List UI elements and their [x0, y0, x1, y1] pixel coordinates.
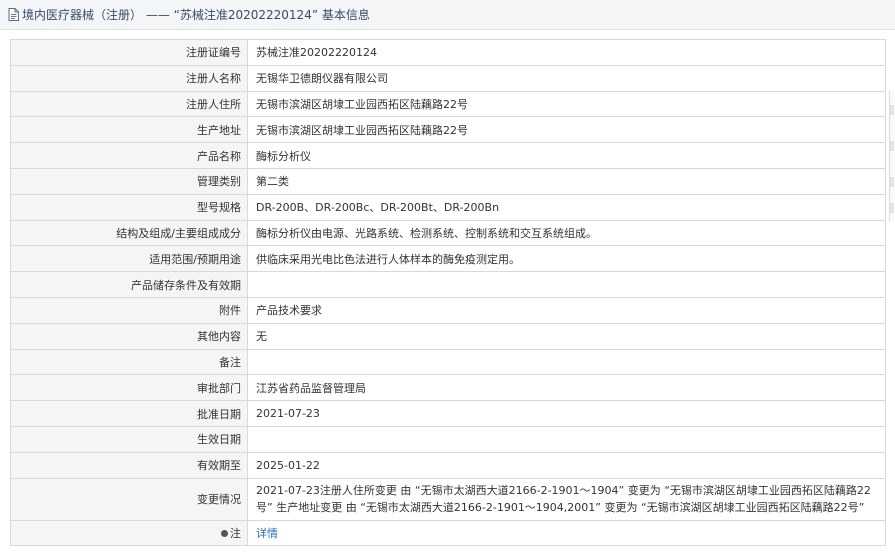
row-label: 生产地址	[10, 116, 248, 144]
note-label-cell: 注	[10, 519, 248, 547]
row-value: 无锡市滨湖区胡埭工业园西拓区陆藕路22号	[247, 90, 886, 118]
table-row: 有效期至 2025-01-22	[10, 451, 886, 479]
row-label: 有效期至	[10, 451, 248, 479]
scrollbar[interactable]	[889, 91, 895, 221]
row-value: 2021-07-23	[247, 400, 886, 427]
row-value: 详情	[247, 519, 886, 547]
row-label: 备注	[10, 348, 248, 376]
table-row: 适用范围/预期用途 供临床采用光电比色法进行人体样本的酶免疫测定用。	[10, 245, 886, 273]
row-value: 第二类	[247, 167, 886, 195]
row-label: 注册人住所	[10, 90, 248, 118]
row-label: 产品名称	[10, 142, 248, 169]
page-header: 境内医疗器械（注册） —— “苏械注准20202220124” 基本信息	[0, 0, 895, 30]
row-value: 无	[247, 322, 886, 350]
row-label: 审批部门	[10, 374, 248, 402]
row-label: 注册证编号	[10, 39, 248, 66]
bullet-icon	[221, 529, 228, 537]
row-label: 结构及组成/主要组成成分	[10, 219, 248, 247]
table-row: 其他内容 无	[10, 322, 886, 350]
table-row: 注 详情	[10, 519, 886, 547]
row-value: 酶标分析仪	[247, 142, 886, 169]
row-value: 无锡华卫德朗仪器有限公司	[247, 64, 886, 92]
table-row: 备注	[10, 348, 886, 376]
row-label: 型号规格	[10, 193, 248, 221]
row-label: 适用范围/预期用途	[10, 245, 248, 273]
row-label: 注	[230, 526, 241, 540]
table-row: 批准日期 2021-07-23	[10, 400, 886, 427]
row-label: 生效日期	[10, 425, 248, 453]
row-label: 其他内容	[10, 322, 248, 350]
page-title: 境内医疗器械（注册） —— “苏械注准20202220124” 基本信息	[22, 8, 370, 22]
table-row: 附件 产品技术要求	[10, 296, 886, 324]
table-row: 变更情况 2021-07-23注册人住所变更 由 “无锡市太湖西大道2166-2…	[10, 477, 886, 521]
row-label: 管理类别	[10, 167, 248, 195]
table-row: 注册人住所 无锡市滨湖区胡埭工业园西拓区陆藕路22号	[10, 90, 886, 118]
table-row: 生产地址 无锡市滨湖区胡埭工业园西拓区陆藕路22号	[10, 116, 886, 144]
change-history-value: 2021-07-23注册人住所变更 由 “无锡市太湖西大道2166-2-1901…	[247, 477, 886, 521]
row-label: 变更情况	[10, 477, 248, 521]
scrollbar-tick	[890, 141, 894, 151]
row-value: 2025-01-22	[247, 451, 886, 479]
table-row: 管理类别 第二类	[10, 167, 886, 195]
table-row: 生效日期	[10, 425, 886, 453]
row-value	[247, 348, 886, 376]
scrollbar-tick	[890, 177, 894, 187]
row-value: 江苏省药品监督管理局	[247, 374, 886, 402]
table-row: 结构及组成/主要组成成分 酶标分析仪由电源、光路系统、检测系统、控制系统和交互系…	[10, 219, 886, 247]
row-value: 无锡市滨湖区胡埭工业园西拓区陆藕路22号	[247, 116, 886, 144]
table-row: 产品储存条件及有效期	[10, 271, 886, 298]
table-row: 产品名称 酶标分析仪	[10, 142, 886, 169]
row-value: 产品技术要求	[247, 296, 886, 324]
row-value	[247, 271, 886, 298]
row-label: 注册人名称	[10, 64, 248, 92]
row-value	[247, 425, 886, 453]
row-label: 产品储存条件及有效期	[10, 271, 248, 298]
row-value: 供临床采用光电比色法进行人体样本的酶免疫测定用。	[247, 245, 886, 273]
document-icon	[8, 8, 19, 21]
table-row: 型号规格 DR-200B、DR-200Bc、DR-200Bt、DR-200Bn	[10, 193, 886, 221]
table-row: 注册证编号 苏械注准20202220124	[10, 39, 886, 66]
row-label: 附件	[10, 296, 248, 324]
detail-table: 注册证编号 苏械注准20202220124 注册人名称 无锡华卫德朗仪器有限公司…	[10, 39, 886, 547]
row-value: 苏械注准20202220124	[247, 39, 886, 66]
details-link[interactable]: 详情	[256, 527, 278, 540]
row-label: 批准日期	[10, 400, 248, 427]
row-value: 酶标分析仪由电源、光路系统、检测系统、控制系统和交互系统组成。	[247, 219, 886, 247]
scrollbar-tick	[890, 105, 894, 115]
table-row: 审批部门 江苏省药品监督管理局	[10, 374, 886, 402]
table-row: 注册人名称 无锡华卫德朗仪器有限公司	[10, 64, 886, 92]
row-value: DR-200B、DR-200Bc、DR-200Bt、DR-200Bn	[247, 193, 886, 221]
scrollbar-tick	[890, 203, 894, 213]
